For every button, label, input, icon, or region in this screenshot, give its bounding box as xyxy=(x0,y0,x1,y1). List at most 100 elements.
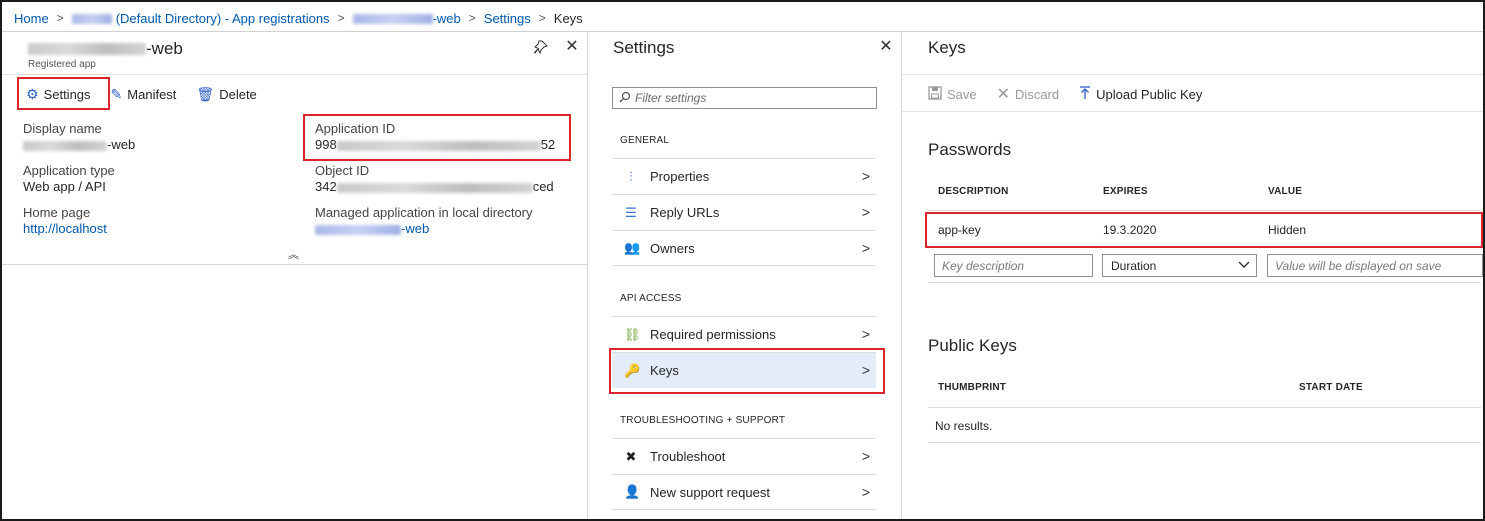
close-icon[interactable]: ✕ xyxy=(877,37,895,55)
support-icon: 👤 xyxy=(624,484,641,499)
menu-item-properties[interactable]: ⫶ Properties > xyxy=(612,158,876,194)
chevron-right-icon: > xyxy=(861,448,870,464)
breadcrumb: Home > (Default Directory) - App registr… xyxy=(14,9,583,27)
chevron-right-icon: > xyxy=(861,362,870,378)
settings-panel: Settings ✕ Filter settings GENERAL ⫶ Pro… xyxy=(588,32,902,519)
display-name-value: -web xyxy=(23,137,135,153)
object-id-label: Object ID xyxy=(315,163,370,178)
manifest-button[interactable]: ✎ Manifest xyxy=(111,78,177,110)
save-icon xyxy=(928,85,942,103)
divider xyxy=(902,111,1483,112)
menu-item-label: Owners xyxy=(650,240,695,256)
delete-button[interactable]: 🗑 Delete xyxy=(196,78,256,110)
close-icon[interactable]: ✕ xyxy=(563,37,581,55)
collapse-essentials-icon[interactable]: ︽ xyxy=(288,246,299,262)
chevron-right-icon: > xyxy=(861,168,870,184)
app-id-prefix: 998 xyxy=(315,137,337,152)
object-id-value[interactable]: 342 ced xyxy=(315,179,554,195)
tools-icon: ✖ xyxy=(625,448,637,464)
menu-item-keys[interactable]: 🔑 Keys > xyxy=(612,352,876,388)
chevron-right-icon: > xyxy=(861,326,870,342)
highlight-box xyxy=(925,212,1483,248)
divider xyxy=(928,442,1481,443)
menu-item-owners[interactable]: 👥 Owners > xyxy=(612,230,876,266)
save-button[interactable]: Save xyxy=(928,78,977,110)
breadcrumb-home[interactable]: Home xyxy=(14,11,49,26)
key-value-placeholder: Value will be displayed on save xyxy=(1275,258,1442,273)
section-api-access: API ACCESS xyxy=(620,293,682,304)
display-name-prop: Display name -web xyxy=(23,121,135,153)
chevron-down-icon xyxy=(1238,258,1250,273)
managed-app-label: Managed application in local directory xyxy=(315,205,533,220)
discard-button[interactable]: ✕ Discard xyxy=(997,78,1059,110)
app-subtitle: Registered app xyxy=(28,59,96,70)
menu-item-required-permissions[interactable]: ⛓ Required permissions > xyxy=(612,316,876,352)
duration-select[interactable]: Duration xyxy=(1102,254,1257,277)
app-toolbar: ⚙ Settings ✎ Manifest 🗑 Delete xyxy=(26,78,257,110)
menu-item-label: New support request xyxy=(650,484,770,500)
keys-panel: Keys Save ✕ Discard Upload Public Key Pa… xyxy=(902,32,1483,519)
object-id-prefix: 342 xyxy=(315,179,337,194)
breadcrumb-separator: > xyxy=(337,11,345,25)
menu-item-label: Reply URLs xyxy=(650,205,720,220)
upload-public-key-label: Upload Public Key xyxy=(1096,86,1203,102)
filter-settings-input[interactable]: Filter settings xyxy=(612,87,877,109)
divider xyxy=(902,74,1483,75)
breadcrumb-settings[interactable]: Settings xyxy=(484,11,531,26)
column-header-description: DESCRIPTION xyxy=(938,186,1009,197)
filter-placeholder: Filter settings xyxy=(635,91,707,105)
pin-icon[interactable] xyxy=(532,38,550,56)
chevron-right-icon: > xyxy=(861,484,870,500)
app-id-value[interactable]: 998 52 xyxy=(315,137,555,153)
key-description-cell: app-key xyxy=(938,223,981,237)
menu-item-reply-urls[interactable]: ☰ Reply URLs > xyxy=(612,194,876,230)
menu-item-troubleshoot[interactable]: ✖ Troubleshoot > xyxy=(612,438,876,474)
breadcrumb-separator: > xyxy=(468,11,476,25)
home-page-prop: Home page http://localhost xyxy=(23,205,107,237)
breadcrumb-separator: > xyxy=(538,11,546,25)
managed-app-link[interactable]: -web xyxy=(315,221,533,237)
key-value-input[interactable]: Value will be displayed on save xyxy=(1267,254,1483,277)
passwords-heading: Passwords xyxy=(928,140,1012,159)
section-troubleshooting: TROUBLESHOOTING + SUPPORT xyxy=(620,415,786,426)
search-icon xyxy=(619,91,631,106)
app-id-label: Application ID xyxy=(315,121,396,136)
display-name-label: Display name xyxy=(23,121,102,136)
chevron-right-icon: > xyxy=(861,240,870,256)
users-icon: 👥 xyxy=(624,240,641,255)
breadcrumb-app[interactable]: -web xyxy=(352,11,461,26)
menu-item-label: Properties xyxy=(650,169,710,184)
home-page-link[interactable]: http://localhost xyxy=(23,221,107,237)
duration-select-value: Duration xyxy=(1111,258,1157,273)
public-keys-heading: Public Keys xyxy=(928,336,1017,355)
app-panel: -web Registered app ✕ ⚙ Settings ✎ Manif… xyxy=(2,32,588,519)
divider xyxy=(2,264,587,265)
settings-button[interactable]: ⚙ Settings xyxy=(26,78,91,110)
app-type-label: Application type xyxy=(23,163,115,178)
public-keys-empty-text: No results. xyxy=(935,419,993,433)
upload-icon xyxy=(1079,85,1091,103)
divider xyxy=(928,407,1481,408)
upload-public-key-button[interactable]: Upload Public Key xyxy=(1079,78,1202,110)
display-name-suffix: -web xyxy=(107,137,136,152)
list-icon: ☰ xyxy=(625,204,637,220)
key-description-input[interactable]: Key description xyxy=(934,254,1093,277)
app-id-suffix: 52 xyxy=(540,137,556,152)
menu-item-new-support-request[interactable]: 👤 New support request > xyxy=(612,474,876,510)
menu-item-label: Required permissions xyxy=(650,327,776,342)
breadcrumb-directory-label: (Default Directory) - App registrations xyxy=(115,10,330,26)
column-header-start-date: START DATE xyxy=(1299,382,1363,393)
keys-toolbar: Save ✕ Discard Upload Public Key xyxy=(928,78,1202,110)
delete-button-label: Delete xyxy=(219,86,257,102)
permissions-icon: ⛓ xyxy=(624,326,641,342)
key-expires-cell: 19.3.2020 xyxy=(1103,223,1157,237)
keys-title: Keys xyxy=(928,38,966,57)
managed-app-prop: Managed application in local directory -… xyxy=(315,205,533,237)
breadcrumb-directory[interactable]: (Default Directory) - App registrations xyxy=(71,10,330,26)
properties-icon: ⫶ xyxy=(629,168,633,184)
save-button-label: Save xyxy=(947,86,977,102)
pencil-icon: ✎ xyxy=(110,85,123,102)
divider xyxy=(2,74,587,75)
app-type-prop: Application type Web app / API xyxy=(23,163,115,195)
object-id-prop: Object ID 342 ced xyxy=(315,163,554,195)
